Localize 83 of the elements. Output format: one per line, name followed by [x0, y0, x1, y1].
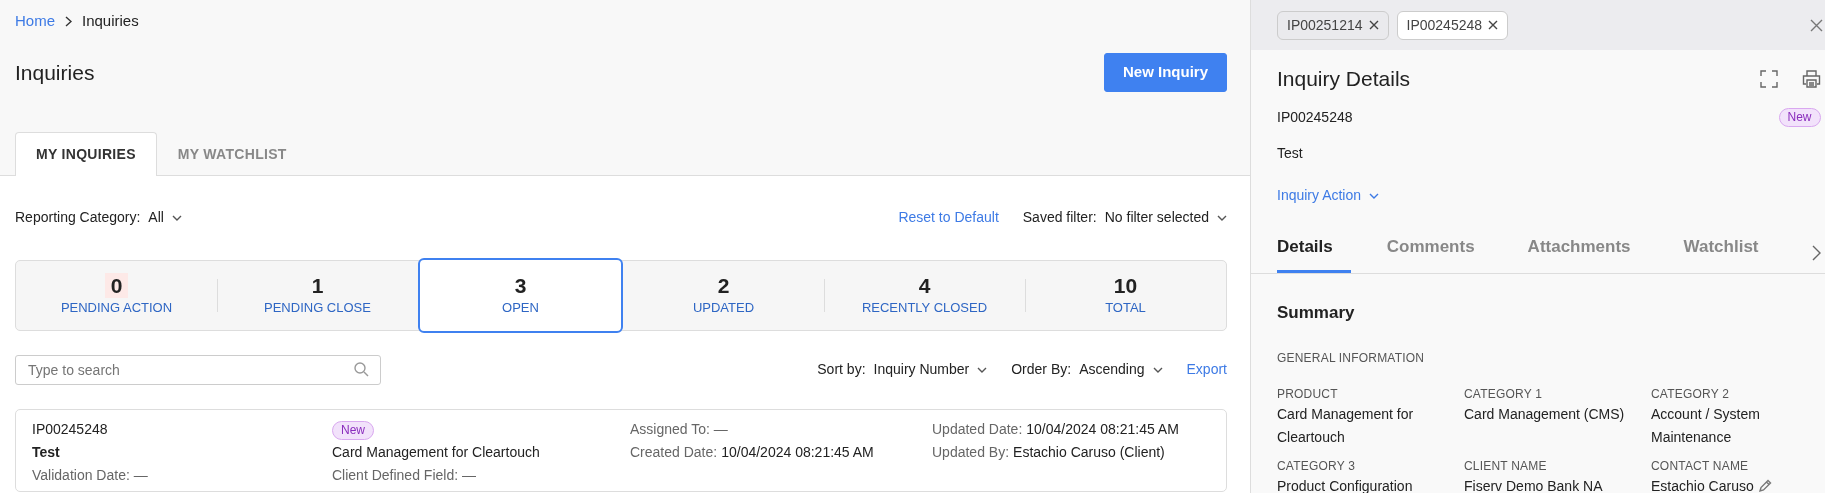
field-value: Card Management for Cleartouch	[1277, 405, 1415, 448]
field-label: Updated By:	[932, 442, 1010, 462]
field-value: 10/04/2024 08:21:45 AM	[1026, 419, 1179, 439]
caret-icon	[1152, 366, 1163, 373]
field-label: CATEGORY 2	[1651, 386, 1731, 404]
chevron-right-icon[interactable]	[1811, 244, 1821, 261]
page-title: Inquiries	[15, 59, 95, 85]
saved-filter-dropdown[interactable]: No filter selected	[1104, 207, 1227, 228]
new-inquiry-button[interactable]: New Inquiry	[1104, 53, 1227, 92]
caret-icon	[1369, 192, 1380, 199]
field-label: Created Date:	[630, 442, 718, 462]
field-label: CATEGORY 3	[1277, 458, 1357, 476]
sort-dropdown[interactable]: Inquiry Number	[873, 359, 988, 380]
details-title: Inquiry Details	[1277, 66, 1411, 92]
stat-count: 0	[104, 272, 129, 298]
caret-icon	[977, 366, 988, 373]
filter-label: Saved filter:	[1022, 208, 1097, 227]
print-icon[interactable]	[1801, 69, 1821, 88]
inquiry-field: Client Defined Field: —	[332, 463, 630, 487]
stat-tile[interactable]: 10 TOTAL	[1025, 260, 1226, 330]
caret-icon	[1217, 214, 1227, 221]
field-value: Estachio Caruso (Client)	[1013, 442, 1165, 462]
search-field[interactable]: Type to search	[15, 354, 381, 385]
stat-count: 3	[513, 272, 528, 298]
pencil-icon[interactable]	[1757, 479, 1772, 493]
stat-tile[interactable]: 1 PENDING CLOSE	[217, 260, 418, 330]
order-dropdown[interactable]: Ascending	[1079, 359, 1163, 380]
stat-label: PENDING ACTION	[60, 298, 173, 317]
details-tab[interactable]: Details	[1277, 230, 1351, 273]
inquiry-action-dropdown[interactable]: Inquiry Action	[1277, 185, 1380, 207]
field-label: PRODUCT	[1277, 386, 1339, 404]
order-label: Order By:	[1011, 360, 1072, 379]
search-icon	[354, 361, 369, 377]
field-value: Account / System Maintenance	[1651, 405, 1761, 448]
close-icon	[1488, 20, 1499, 30]
status-badge: New	[332, 420, 374, 440]
inquiry-row[interactable]	[15, 408, 1227, 492]
stat-tile[interactable]: 4 RECENTLY CLOSED	[824, 260, 1025, 330]
field-value: Estachio Caruso	[1651, 477, 1754, 493]
field-label: CATEGORY 1	[1464, 386, 1544, 404]
inquiry-number: IP00245248	[1277, 108, 1353, 128]
stat-tile[interactable]: 0 PENDING ACTION	[16, 260, 217, 330]
sort-label: Sort by:	[817, 360, 866, 379]
stat-count: 10	[1112, 272, 1139, 298]
inquiry-title: Test	[32, 442, 61, 462]
inquiry-subject: Test	[1277, 144, 1304, 164]
inquiry-field: Validation Date: —	[32, 463, 332, 487]
field-value: 10/04/2024 08:21:45 AM	[721, 442, 874, 462]
field-label: CLIENT NAME	[1464, 458, 1548, 476]
reset-link[interactable]: Reset to Default	[898, 207, 999, 228]
stat-count: 1	[310, 272, 325, 298]
filter-label: Reporting Category:	[15, 208, 141, 227]
field-label: CONTACT NAME	[1651, 458, 1750, 476]
inquiry-field: Assigned To: —	[630, 417, 932, 441]
stat-count: 4	[917, 272, 932, 298]
close-icon	[1368, 20, 1379, 30]
stat-label: PENDING CLOSE	[264, 298, 371, 317]
stat-label: TOTAL	[1105, 298, 1146, 317]
caret-icon	[171, 214, 182, 221]
stat-label: RECENTLY CLOSED	[861, 298, 988, 317]
expand-icon[interactable]	[1759, 69, 1778, 88]
reporting-category-dropdown[interactable]: All	[148, 207, 182, 228]
inquiry-text: IP00245248	[32, 419, 109, 439]
status-badge: New	[1778, 108, 1821, 128]
inquiry-tab[interactable]: IP00245248	[1396, 10, 1509, 40]
chevron-right-icon	[65, 15, 72, 27]
breadcrumb-current: Inquiries	[82, 10, 139, 31]
field-value: Fiserv Demo Bank NA	[1464, 477, 1603, 493]
stat-label: UPDATED	[692, 298, 755, 317]
stat-label: OPEN	[502, 298, 539, 317]
close-icon[interactable]	[1809, 18, 1823, 32]
group-heading: GENERAL INFORMATION	[1277, 350, 1426, 368]
stat-tile[interactable]: 3 OPEN	[418, 257, 623, 333]
section-heading: Summary	[1277, 301, 1356, 324]
stat-tile[interactable]: 2 UPDATED	[623, 260, 824, 330]
inquiry-text: Card Management for Cleartouch	[332, 442, 541, 462]
breadcrumb-link[interactable]: Home	[15, 9, 55, 33]
field-value: Card Management (CMS)	[1464, 405, 1625, 425]
stat-count: 2	[716, 272, 731, 298]
export-link[interactable]: Export	[1186, 359, 1227, 380]
tab[interactable]: MY INQUIRIES	[15, 131, 157, 176]
inquiry-tab[interactable]: IP00251214	[1277, 10, 1389, 40]
field-label: Updated Date:	[932, 419, 1023, 439]
